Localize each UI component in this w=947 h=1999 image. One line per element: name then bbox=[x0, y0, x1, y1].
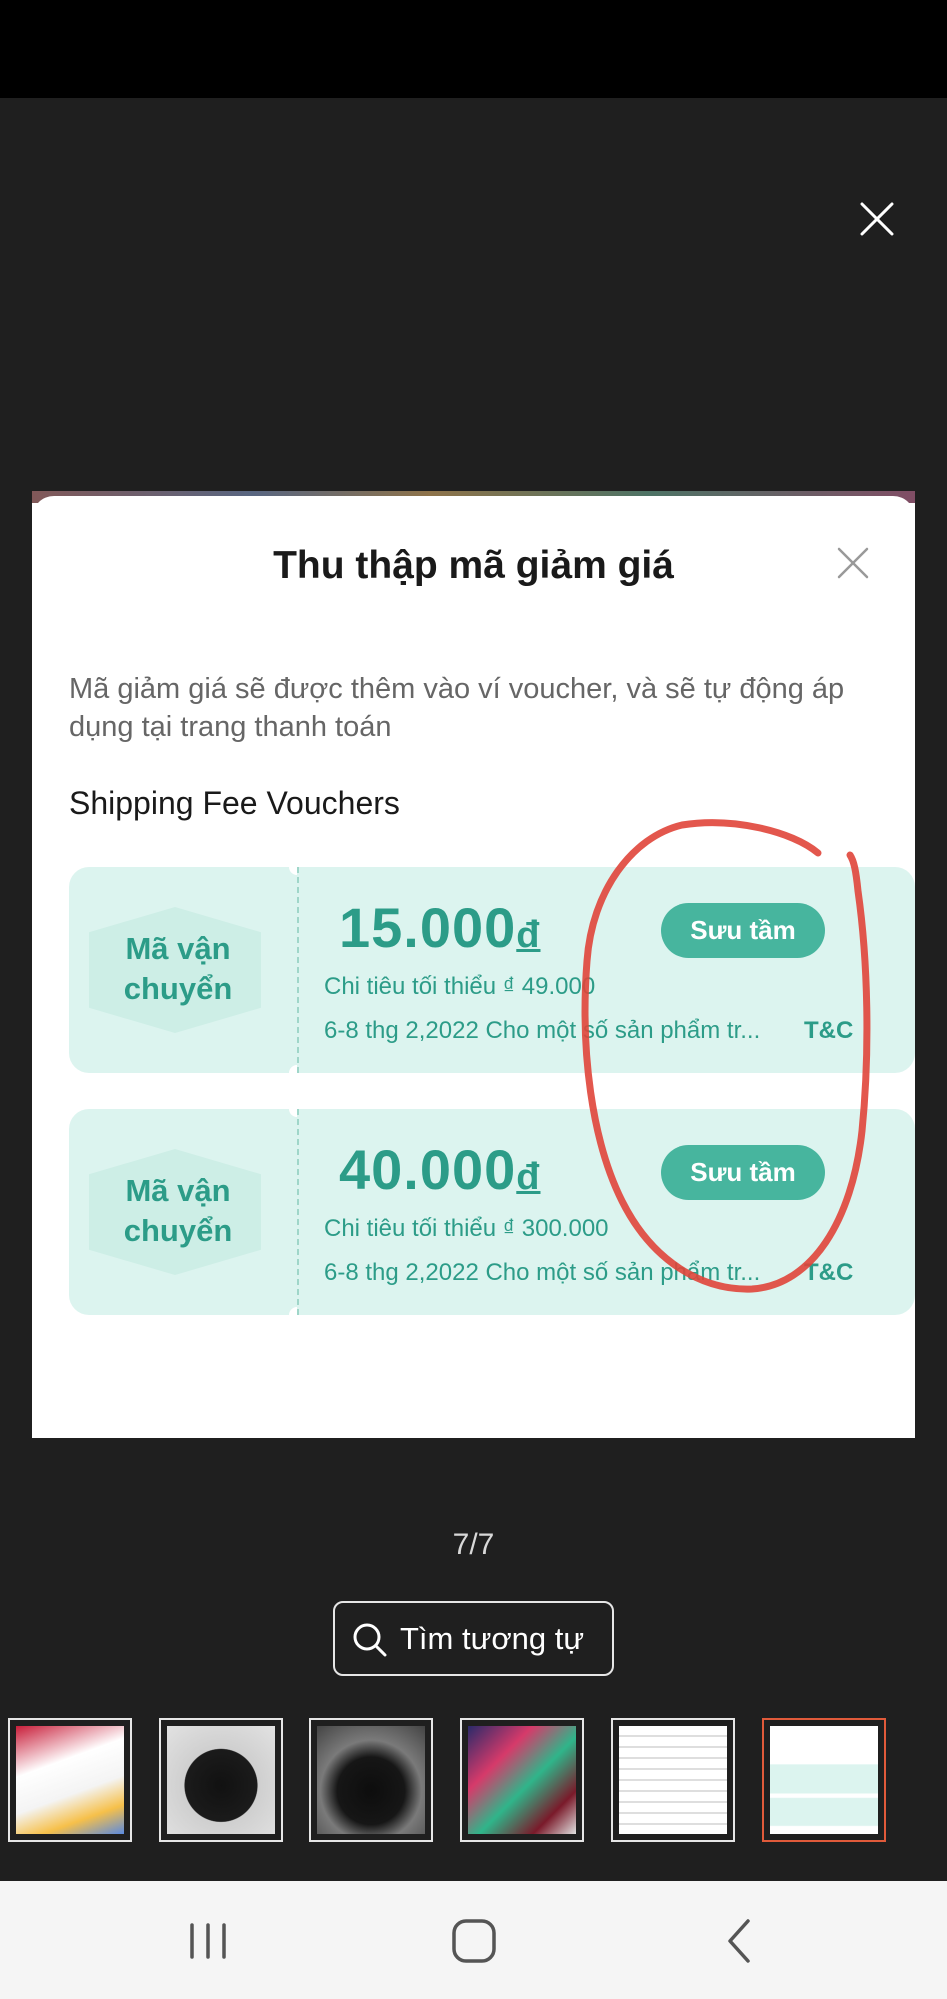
close-icon bbox=[837, 547, 869, 579]
voucher-min-spend: Chi tiêu tối thiểu ₫ 300.000 bbox=[324, 1215, 609, 1242]
section-title: Shipping Fee Vouchers bbox=[69, 785, 400, 821]
voucher-tnc-link[interactable]: T&C bbox=[804, 1259, 853, 1287]
thumbnail[interactable] bbox=[611, 1718, 735, 1842]
recents-icon bbox=[190, 1923, 226, 1959]
voucher-type-label: Mã vận chuyển bbox=[69, 1171, 287, 1251]
voucher-type-line2: chuyển bbox=[123, 971, 233, 1006]
screenshot-photo: Thu thập mã giảm giá Mã giảm giá sẽ được… bbox=[32, 491, 915, 1438]
back-button[interactable] bbox=[712, 1913, 768, 1969]
back-icon bbox=[728, 1919, 750, 1963]
sheet-close-button[interactable] bbox=[836, 546, 870, 580]
collect-voucher-button[interactable]: Sưu tầm bbox=[661, 1145, 825, 1200]
thumbnail[interactable] bbox=[309, 1718, 433, 1842]
voucher-type-label: Mã vận chuyển bbox=[69, 929, 287, 1009]
voucher-details: 15.000đ Chi tiêu tối thiểu ₫ 49.000 6-8 … bbox=[297, 867, 915, 1073]
voucher-currency: đ bbox=[516, 914, 541, 956]
search-similar-label: Tìm tương tự bbox=[400, 1621, 585, 1656]
voucher-card: Mã vận chuyển 15.000đ Chi tiêu tối thiểu… bbox=[69, 859, 915, 1081]
thumbnail[interactable] bbox=[8, 1718, 132, 1842]
viewer-close-button[interactable] bbox=[858, 200, 896, 238]
page-counter: 7/7 bbox=[452, 1528, 495, 1561]
voucher-min-spend: Chi tiêu tối thiểu ₫ 49.000 bbox=[324, 973, 596, 1000]
search-icon bbox=[353, 1623, 387, 1657]
voucher-amount: 40.000đ bbox=[339, 1137, 541, 1202]
voucher-type-line1: Mã vận bbox=[125, 1173, 231, 1208]
collect-voucher-button[interactable]: Sưu tầm bbox=[661, 903, 825, 958]
voucher-validity: 6-8 thg 2,2022 Cho một số sản phẩm tr... bbox=[324, 1259, 761, 1286]
thumbnail[interactable] bbox=[159, 1718, 283, 1842]
voucher-type-line1: Mã vận bbox=[125, 931, 231, 966]
thumbnail-strip bbox=[0, 1718, 947, 1844]
voucher-card: Mã vận chuyển 40.000đ Chi tiêu tối thiểu… bbox=[69, 1101, 915, 1323]
voucher-amount: 15.000đ bbox=[339, 895, 541, 960]
voucher-type-panel: Mã vận chuyển bbox=[69, 867, 297, 1073]
status-bar bbox=[0, 0, 947, 98]
home-icon bbox=[452, 1919, 496, 1963]
search-similar-button[interactable]: Tìm tương tự bbox=[333, 1601, 614, 1676]
system-navigation-bar bbox=[0, 1881, 947, 1999]
recents-button[interactable] bbox=[180, 1913, 236, 1969]
voucher-validity: 6-8 thg 2,2022 Cho một số sản phẩm tr... bbox=[324, 1017, 761, 1044]
voucher-type-panel: Mã vận chuyển bbox=[69, 1109, 297, 1315]
sheet-title: Thu thập mã giảm giá bbox=[273, 544, 674, 587]
thumbnail-active[interactable] bbox=[762, 1718, 886, 1842]
voucher-details: 40.000đ Chi tiêu tối thiểu ₫ 300.000 6-8… bbox=[297, 1109, 915, 1315]
close-icon bbox=[860, 202, 894, 236]
voucher-sheet: Thu thập mã giảm giá Mã giảm giá sẽ được… bbox=[32, 496, 915, 1438]
voucher-type-line2: chuyển bbox=[123, 1213, 233, 1248]
sheet-description: Mã giảm giá sẽ được thêm vào ví voucher,… bbox=[69, 673, 845, 743]
voucher-amount-value: 15.000 bbox=[339, 896, 517, 959]
voucher-amount-value: 40.000 bbox=[339, 1138, 517, 1201]
home-button[interactable] bbox=[446, 1913, 502, 1969]
thumbnail[interactable] bbox=[460, 1718, 584, 1842]
voucher-tnc-link[interactable]: T&C bbox=[804, 1017, 853, 1045]
voucher-currency: đ bbox=[516, 1156, 541, 1198]
